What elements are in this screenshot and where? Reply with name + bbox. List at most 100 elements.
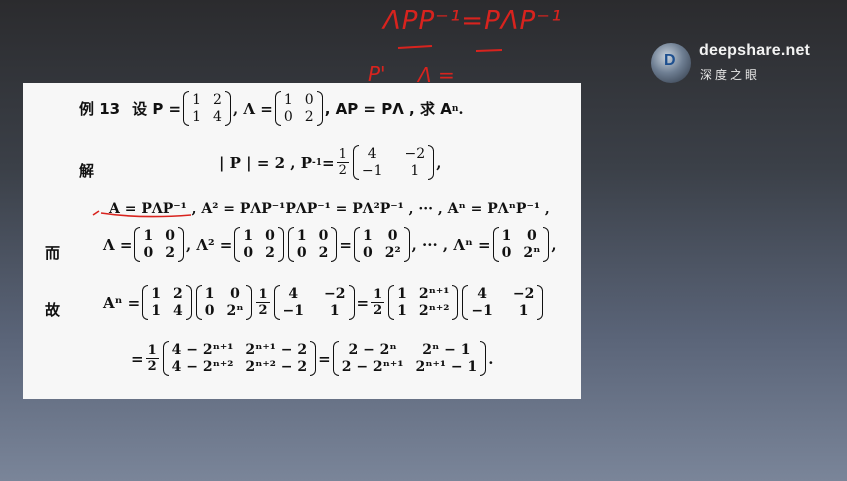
cell: 1 (192, 109, 202, 125)
denominator: 2 (338, 163, 347, 178)
cell: 0 (230, 286, 240, 302)
fraction: 1 2 (336, 147, 349, 178)
cell: −2 (324, 286, 346, 302)
cell: −2 (404, 146, 426, 162)
cell: 2 (213, 92, 222, 108)
eye-logo-icon (651, 43, 691, 83)
cell: 2ⁿ⁺¹ − 2 (245, 342, 308, 358)
fraction: 1 2 (145, 343, 159, 374)
logo-name: deepshare.net (699, 42, 811, 59)
cell: 1 (243, 228, 254, 244)
fraction: 1 2 (256, 287, 270, 318)
text: Aⁿ = (103, 293, 141, 312)
matrix: 10 02 (134, 227, 184, 262)
cell: 0 (143, 245, 154, 261)
cell: 1 (362, 228, 373, 244)
text: Λ = (103, 235, 133, 254)
cell: 0 (387, 228, 398, 244)
cell: −2 (512, 286, 535, 302)
cell: 0 (204, 303, 215, 319)
textbook-page: 例 13 设 P = 1 2 1 4 , Λ = 1 0 0 2 , AP = … (23, 83, 581, 399)
cell: 2 (318, 245, 329, 261)
cell: 2 (265, 245, 275, 261)
text: , Λ² = (185, 235, 233, 254)
cell: 1 (151, 286, 161, 302)
numerator: 1 (256, 287, 270, 303)
text: = (131, 349, 144, 368)
matrix-p: 1 2 1 4 (183, 91, 231, 126)
handwritten-equation: ΛPP⁻¹=PΛP⁻¹ (383, 6, 563, 36)
matrix: 10 0 2ⁿ (492, 227, 550, 262)
cell: 4 (213, 109, 222, 125)
cell: 1 (283, 92, 293, 108)
matrix-p-inverse: 4 −2 −1 1 (352, 145, 435, 180)
logo-subtitle: 深度之眼 (700, 68, 761, 82)
matrix: 10 02 (287, 227, 338, 262)
matrix: 4 −2 −1 1 (273, 285, 355, 320)
solution-line-4: Aⁿ = 12 14 10 0 2ⁿ 1 2 4 −2 −1 1 = 1 2 1… (103, 285, 545, 320)
solution-line-5: = 1 2 4 − 2ⁿ⁺¹ 2ⁿ⁺¹ − 2 4 − 2ⁿ⁺² 2ⁿ⁺² − 2 … (131, 341, 493, 376)
solution-line-3: Λ = 10 02 , Λ² = 10 02 10 02 = 1 0 0 2² … (103, 227, 557, 262)
cell: −1 (471, 303, 493, 319)
cell: 1 (204, 286, 215, 302)
cell: 2ⁿ⁺² (418, 303, 450, 319)
cell: 4 − 2ⁿ⁺¹ (171, 342, 234, 358)
text: | P | = 2 , P (219, 153, 313, 172)
matrix: 10 0 2ⁿ (195, 285, 253, 320)
cell: 4 (367, 146, 377, 162)
text: 设 P = (132, 100, 182, 118)
therefore-label: 故 (45, 301, 61, 319)
matrix: 10 0 2² (353, 227, 410, 262)
text: , Λ = (232, 99, 273, 118)
cell: 2 (172, 286, 183, 302)
cell: 2 − 2ⁿ⁺¹ (341, 359, 404, 375)
cell: 0 (243, 245, 254, 261)
cell: 0 (501, 245, 512, 261)
numerator: 1 (371, 287, 385, 303)
slide: deepshare.net 深度之眼 ΛPP⁻¹=PΛP⁻¹ P' Λ = 例 … (0, 0, 847, 481)
cell: −1 (282, 303, 305, 319)
cell: 1 (296, 228, 307, 244)
cell: 2ⁿ − 1 (422, 342, 471, 358)
matrix-lambda: 1 0 0 2 (274, 91, 323, 126)
text: . (458, 99, 464, 118)
text: , AP = PΛ , 求 A (324, 100, 452, 118)
solution-label: 解 (79, 162, 95, 180)
and-label: 而 (45, 244, 61, 262)
fraction: 1 2 (371, 287, 385, 318)
cell: −1 (361, 163, 383, 179)
cell: 1 (501, 228, 512, 244)
problem-statement: 例 13 设 P = 1 2 1 4 , Λ = 1 0 0 2 , AP = … (79, 91, 464, 126)
cell: 2ⁿ⁺² − 2 (245, 359, 308, 375)
text: = (322, 153, 335, 172)
text: = (318, 349, 331, 368)
matrix: 4 − 2ⁿ⁺¹ 2ⁿ⁺¹ − 2 4 − 2ⁿ⁺² 2ⁿ⁺² − 2 (162, 341, 317, 376)
text: = (339, 235, 352, 254)
cell: 4 − 2ⁿ⁺² (171, 359, 234, 375)
matrix: 2 − 2ⁿ 2ⁿ − 1 2 − 2ⁿ⁺¹ 2ⁿ⁺¹ − 1 (332, 341, 487, 376)
matrix: 4 −2 −1 1 (462, 285, 544, 320)
cell: 0 (362, 245, 373, 261)
matrix: 1 2ⁿ⁺¹ 1 2ⁿ⁺² (388, 285, 459, 320)
cell: 2 (304, 109, 314, 125)
cell: 2 − 2ⁿ (348, 342, 397, 358)
superscript: -1 (312, 157, 323, 168)
text: , (436, 153, 442, 172)
cell: 0 (265, 228, 275, 244)
cell: 0 (283, 109, 293, 125)
handwritten-underline (397, 45, 503, 52)
cell: 1 (192, 92, 202, 108)
cell: 1 (397, 286, 407, 302)
cell: 2ⁿ⁺¹ − 1 (415, 359, 478, 375)
cell: 0 (304, 92, 314, 108)
matrix: 10 02 (234, 227, 284, 262)
cell: 4 (172, 303, 183, 319)
numerator: 1 (336, 147, 349, 163)
example-label: 例 13 (79, 100, 121, 118)
denominator: 2 (258, 303, 268, 318)
cell: 1 (143, 228, 154, 244)
cell: 4 (477, 286, 488, 302)
cell: 1 (329, 303, 340, 319)
denominator: 2 (373, 303, 383, 318)
cell: 1 (410, 163, 420, 179)
